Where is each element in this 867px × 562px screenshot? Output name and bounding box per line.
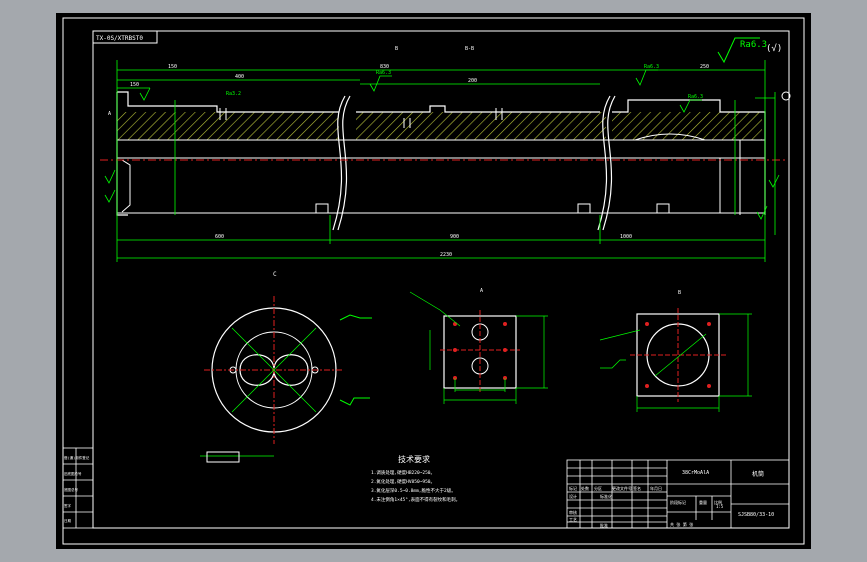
svg-text:Ra3.2: Ra3.2 (226, 91, 241, 97)
svg-text:审核: 审核 (569, 509, 577, 515)
svg-text:设计: 设计 (569, 493, 577, 499)
cad-canvas: TX-0S/XTRBST0 Ra6.3 (√) 150 150 830 400 … (0, 0, 867, 562)
svg-text:签字: 签字 (64, 503, 71, 508)
svg-text:年月日: 年月日 (650, 485, 662, 491)
svg-text:阶段标记: 阶段标记 (670, 499, 686, 505)
hatch-left (117, 112, 339, 140)
svg-text:3.氮化层深0.5~0.8mm,脆性不大于2级。: 3.氮化层深0.5~0.8mm,脆性不大于2级。 (371, 487, 456, 494)
view-letter-b: B (395, 46, 398, 52)
roughness-check: (√) (766, 43, 782, 54)
view-letter-bb: B-B (465, 46, 474, 52)
svg-text:比例: 比例 (714, 499, 722, 505)
svg-text:重量: 重量 (699, 499, 707, 505)
svg-text:A: A (480, 288, 483, 294)
svg-text:150: 150 (168, 64, 177, 70)
svg-text:600: 600 (215, 234, 224, 240)
svg-text:日期: 日期 (64, 518, 71, 523)
svg-text:900: 900 (450, 234, 459, 240)
svg-text:批准: 批准 (600, 522, 608, 528)
svg-text:Ra6.3: Ra6.3 (644, 64, 659, 70)
svg-text:1000: 1000 (620, 234, 632, 240)
svg-text:B: B (678, 290, 681, 296)
svg-text:150: 150 (130, 82, 139, 88)
svg-text:Ra6.3: Ra6.3 (688, 94, 703, 100)
svg-text:38CrMoAlA: 38CrMoAlA (682, 470, 709, 476)
cad-viewport[interactable]: TX-0S/XTRBST0 Ra6.3 (√) 150 150 830 400 … (0, 0, 867, 562)
svg-text:技术要求: 技术要求 (398, 454, 430, 464)
svg-text:1.调质处理,硬度HB220~250。: 1.调质处理,硬度HB220~250。 (371, 469, 435, 476)
code-box-text: TX-0S/XTRBST0 (96, 35, 143, 42)
svg-text:机筒: 机筒 (752, 470, 764, 478)
view-letter-a: A (108, 111, 111, 117)
svg-text:处数: 处数 (581, 485, 589, 491)
svg-text:共 张 第 张: 共 张 第 张 (670, 521, 693, 527)
svg-text:签名: 签名 (633, 485, 641, 491)
svg-text:2230: 2230 (440, 252, 452, 258)
svg-text:250: 250 (700, 64, 709, 70)
svg-text:工艺: 工艺 (569, 517, 577, 522)
svg-text:底图总号: 底图总号 (64, 487, 78, 492)
svg-text:分区: 分区 (594, 485, 602, 491)
svg-text:更改文件号: 更改文件号 (612, 485, 632, 491)
svg-text:旧底图总号: 旧底图总号 (64, 471, 82, 476)
svg-text:400: 400 (235, 74, 244, 80)
svg-text:SJSB80/33-10: SJSB80/33-10 (738, 512, 774, 518)
svg-text:借(通)用件登记: 借(通)用件登记 (64, 455, 90, 460)
svg-text:4.未注倒角1×45°,表面不得有裂纹和毛刺。: 4.未注倒角1×45°,表面不得有裂纹和毛刺。 (371, 496, 460, 503)
roughness-note: Ra6.3 (740, 40, 767, 50)
svg-text:标准化: 标准化 (600, 493, 612, 499)
svg-text:Ra6.3: Ra6.3 (376, 70, 391, 76)
svg-text:200: 200 (468, 78, 477, 84)
svg-text:2.氮化处理,硬度HV850~950。: 2.氮化处理,硬度HV850~950。 (371, 478, 435, 485)
svg-text:标记: 标记 (569, 485, 577, 491)
svg-text:C: C (273, 271, 277, 278)
hatch-middle (356, 112, 606, 140)
